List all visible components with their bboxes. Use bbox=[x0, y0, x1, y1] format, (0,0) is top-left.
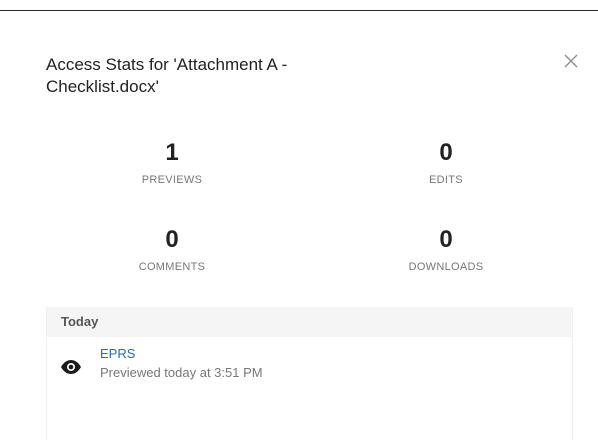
stat-label: COMMENTS bbox=[138, 261, 206, 273]
stat-downloads: 0 DOWNLOADS bbox=[346, 226, 546, 274]
stat-label: EDITS bbox=[429, 174, 463, 186]
activity-list: Today EPRS Previewed today at 3:51 PM bbox=[46, 307, 573, 440]
stat-value: 0 bbox=[439, 226, 453, 253]
stat-value: 0 bbox=[165, 226, 179, 253]
stat-edits: 0 EDITS bbox=[346, 139, 546, 187]
stat-label: DOWNLOADS bbox=[408, 261, 484, 273]
stat-comments: 0 COMMENTS bbox=[72, 226, 272, 274]
stat-label: PREVIEWS bbox=[141, 174, 203, 186]
eye-icon bbox=[61, 360, 81, 374]
close-icon bbox=[564, 54, 578, 68]
stat-value: 1 bbox=[165, 139, 179, 166]
dialog-title: Access Stats for 'Attachment A - Checkli… bbox=[46, 55, 288, 96]
day-header: Today bbox=[47, 307, 572, 337]
access-stats-dialog: Access Stats for 'Attachment A - Checkli… bbox=[0, 11, 598, 440]
stat-previews: 1 PREVIEWS bbox=[72, 139, 272, 187]
activity-item: EPRS Previewed today at 3:51 PM bbox=[47, 337, 572, 407]
close-button[interactable] bbox=[559, 49, 583, 73]
event-description: Previewed today at 3:51 PM bbox=[100, 365, 263, 380]
user-link[interactable]: EPRS bbox=[100, 346, 135, 362]
stat-value: 0 bbox=[439, 139, 453, 166]
